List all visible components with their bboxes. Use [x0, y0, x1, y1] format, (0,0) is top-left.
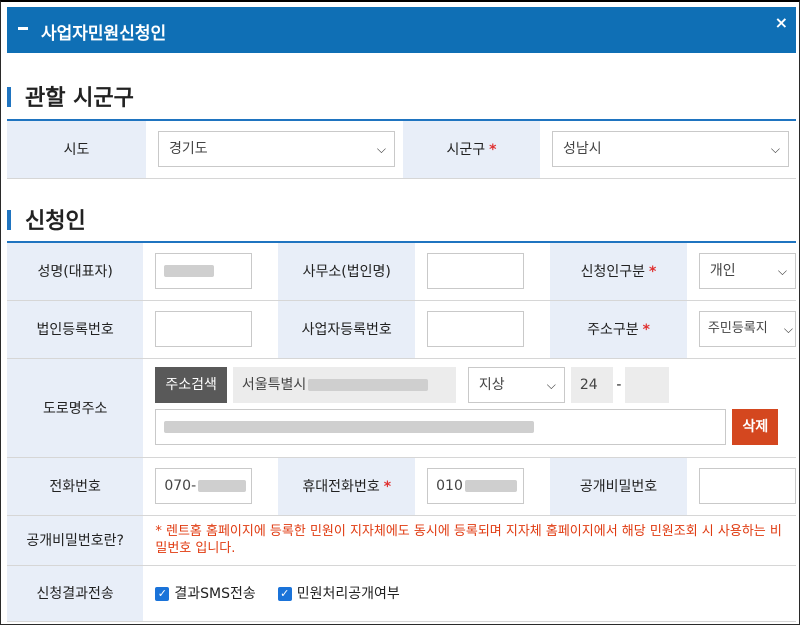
floor-type-value: 지상 — [478, 376, 505, 393]
redacted-text — [308, 378, 429, 391]
biz-reg-input[interactable] — [427, 311, 525, 347]
close-icon[interactable]: × — [775, 13, 788, 32]
office-label: 사무소(법인명) — [278, 242, 416, 301]
floor-number-input[interactable]: 24 — [570, 366, 613, 403]
password-info-label: 공개비밀번호란? — [7, 515, 144, 566]
applicant-type-label: 신청인구분 * — [550, 242, 687, 301]
required-mark: * — [489, 142, 497, 159]
address-value: 서울특별시 — [241, 376, 307, 393]
redacted-text — [464, 480, 517, 492]
sido-value: 경기도 — [169, 141, 208, 158]
section-bar — [7, 87, 11, 107]
biz-reg-label: 사업자등록번호 — [278, 300, 416, 359]
mobile-value: 010 — [436, 478, 463, 494]
applicant-type-select[interactable]: 개인 ⌵ — [698, 253, 796, 290]
chevron-down-icon: ⌵ — [770, 142, 780, 157]
redacted-text — [164, 265, 215, 278]
floor-type-select[interactable]: 지상 ⌵ — [467, 366, 565, 403]
phone-input[interactable]: 070- — [155, 468, 253, 504]
required-mark: * — [642, 322, 650, 338]
redacted-text — [198, 480, 247, 492]
floor-dash: - — [616, 376, 622, 393]
dialog-titlebar: 사업자민원신청인 × — [7, 7, 796, 53]
phone-label: 전화번호 — [7, 457, 144, 516]
applicant-type-value: 개인 — [709, 263, 736, 280]
address-type-select[interactable]: 주민등록지 ⌵ — [698, 311, 796, 347]
name-label: 성명(대표자) — [7, 242, 144, 301]
sms-checkbox-label: 결과SMS전송 — [174, 586, 256, 602]
corp-reg-input[interactable] — [155, 311, 253, 347]
address-type-value: 주민등록지 — [707, 321, 768, 336]
name-input[interactable] — [155, 253, 253, 290]
dialog-title: 사업자민원신청인 — [41, 24, 167, 44]
applicant-table: 성명(대표자) 사무소(법인명) 신청인구분 * 개인 ⌵ 법인등록번호 사업자등… — [7, 241, 796, 622]
floor-sub-input[interactable] — [624, 366, 669, 403]
address-input[interactable]: 서울특별시 — [232, 366, 456, 403]
sigungu-label: 시군구 * — [403, 120, 540, 179]
address-search-button[interactable]: 주소검색 — [155, 366, 227, 403]
chevron-down-icon: ⌵ — [376, 142, 386, 157]
corp-reg-label: 법인등록번호 — [7, 300, 144, 359]
sido-select[interactable]: 경기도 ⌵ — [158, 131, 395, 168]
phone-value: 070- — [164, 478, 197, 494]
checkbox-checked-icon: ✓ — [155, 587, 170, 601]
public-checkbox-label: 민원처리공개여부 — [296, 586, 400, 602]
sms-checkbox[interactable]: ✓ 결과SMS전송 — [155, 583, 256, 603]
address-detail-input[interactable] — [155, 408, 727, 445]
password-label: 공개비밀번호 — [550, 457, 687, 516]
result-label: 신청결과전송 — [7, 565, 144, 622]
jurisdiction-table: 시도 경기도 ⌵ 시군구 * 성남시 ⌵ — [7, 119, 796, 179]
sido-label: 시도 — [7, 120, 146, 179]
section-jurisdiction: 관할 시군구 — [7, 80, 134, 112]
section-title: 신청인 — [25, 209, 86, 234]
mobile-input[interactable]: 010 — [427, 468, 525, 504]
mobile-label-text: 휴대전화번호 — [302, 479, 380, 495]
section-title: 관할 시군구 — [25, 86, 134, 111]
section-bar — [7, 210, 11, 230]
public-checkbox[interactable]: ✓ 민원처리공개여부 — [277, 583, 400, 603]
section-applicant: 신청인 — [7, 203, 86, 235]
checkbox-checked-icon: ✓ — [277, 587, 292, 601]
address-type-label-text: 주소구분 — [587, 322, 639, 338]
chevron-down-icon: ⌵ — [546, 377, 556, 392]
redacted-text — [164, 420, 535, 433]
floor-number-value: 24 — [579, 376, 598, 393]
password-input[interactable] — [698, 468, 796, 504]
collapse-icon[interactable] — [18, 27, 28, 30]
chevron-down-icon: ⌵ — [783, 322, 793, 336]
delete-button[interactable]: 삭제 — [732, 408, 779, 445]
address-type-label: 주소구분 * — [550, 300, 687, 359]
sigungu-value: 성남시 — [563, 141, 602, 158]
required-mark: * — [649, 264, 657, 281]
chevron-down-icon: ⌵ — [777, 264, 787, 279]
sigungu-label-text: 시군구 — [446, 142, 486, 159]
mobile-label: 휴대전화번호 * — [278, 457, 416, 516]
applicant-type-label-text: 신청인구분 — [580, 264, 646, 281]
office-input[interactable] — [427, 253, 525, 290]
password-info-text: * 렌트홈 홈페이지에 등록한 민원이 지자체에도 동시에 등록되며 지자체 홈… — [143, 515, 796, 566]
sigungu-select[interactable]: 성남시 ⌵ — [552, 131, 789, 168]
road-address-label: 도로명주소 — [7, 358, 144, 458]
required-mark: * — [383, 479, 392, 495]
